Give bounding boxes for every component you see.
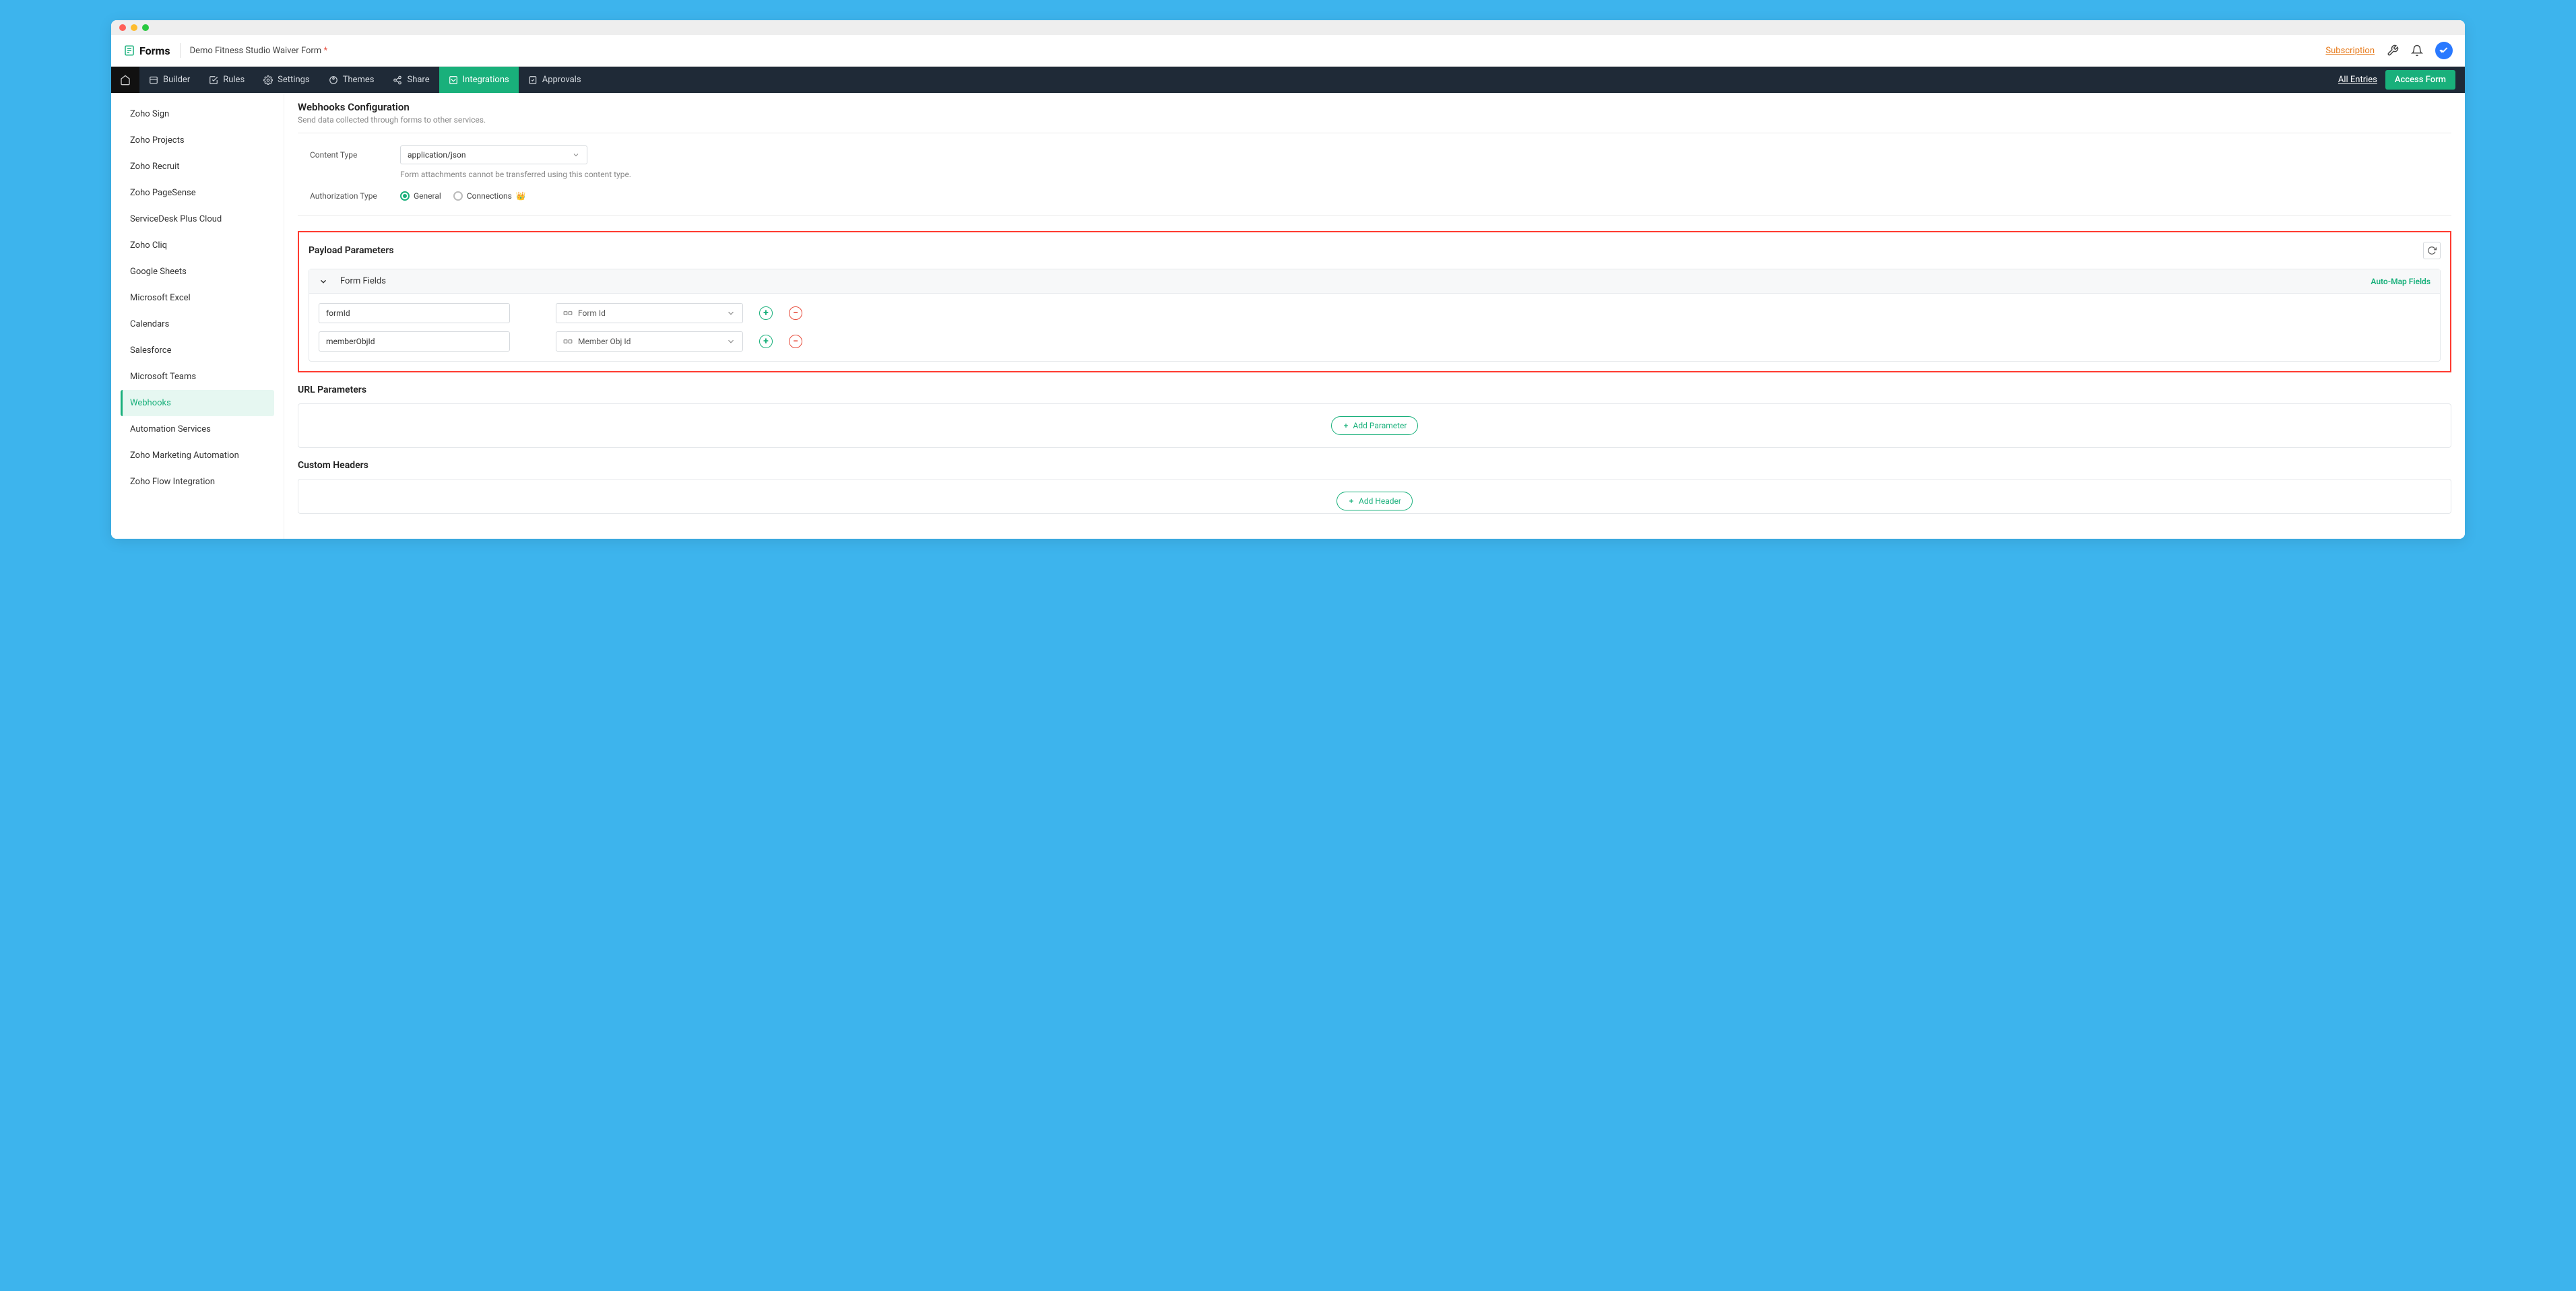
sidebar-item-zoho-projects[interactable]: Zoho Projects <box>121 127 274 154</box>
maximize-window-button[interactable] <box>142 24 149 31</box>
param-row: Form Id + − <box>319 303 2430 323</box>
integrations-icon <box>449 75 458 85</box>
sidebar-item-zoho-marketing-automation[interactable]: Zoho Marketing Automation <box>121 442 274 469</box>
form-fields-accordion: Form Fields Auto-Map Fields Form Id + − <box>309 269 2441 362</box>
user-avatar[interactable] <box>2435 42 2453 59</box>
sidebar-item-automation-services[interactable]: Automation Services <box>121 416 274 442</box>
access-form-button[interactable]: Access Form <box>2385 70 2455 90</box>
add-param-button[interactable]: + <box>759 306 773 320</box>
plus-icon <box>1348 498 1355 504</box>
sidebar-item-salesforce[interactable]: Salesforce <box>121 337 274 364</box>
url-params-title: URL Parameters <box>298 385 2451 395</box>
home-tab[interactable] <box>111 67 139 93</box>
app-logo[interactable]: Forms <box>123 44 170 57</box>
content-type-label: Content Type <box>310 150 400 160</box>
page-title: Webhooks Configuration <box>298 101 2451 113</box>
page-header: Webhooks Configuration Send data collect… <box>298 101 2451 125</box>
url-params-box: Add Parameter <box>298 403 2451 448</box>
param-field-select[interactable]: Member Obj Id <box>556 331 743 352</box>
chevron-down-icon <box>726 337 736 346</box>
app-name: Forms <box>139 44 170 57</box>
custom-headers-box: Add Header <box>298 479 2451 514</box>
content-type-row: Content Type application/json <box>298 133 2451 164</box>
content-type-hint: Form attachments cannot be transferred u… <box>400 170 2451 179</box>
plus-icon <box>1343 422 1349 429</box>
sidebar-item-calendars[interactable]: Calendars <box>121 311 274 337</box>
sidebar-item-microsoft-teams[interactable]: Microsoft Teams <box>121 364 274 390</box>
param-field-select[interactable]: Form Id <box>556 303 743 323</box>
custom-headers-title: Custom Headers <box>298 460 2451 471</box>
nav-rules[interactable]: Rules <box>199 67 254 93</box>
share-icon <box>393 75 402 85</box>
field-icon <box>563 308 573 318</box>
main-nav: Builder Rules Settings Themes Share Inte… <box>111 67 2465 93</box>
crown-icon: 👑 <box>516 191 526 201</box>
all-entries-link[interactable]: All Entries <box>2338 75 2377 85</box>
sidebar-item-zoho-sign[interactable]: Zoho Sign <box>121 101 274 127</box>
payload-title: Payload Parameters <box>309 245 394 256</box>
accordion-header[interactable]: Form Fields Auto-Map Fields <box>309 269 2440 294</box>
nav-approvals[interactable]: Approvals <box>519 67 591 93</box>
content-type-select[interactable]: application/json <box>400 145 587 164</box>
refresh-button[interactable] <box>2423 242 2441 259</box>
remove-param-button[interactable]: − <box>789 306 802 320</box>
chevron-down-icon <box>572 151 580 159</box>
builder-icon <box>149 75 158 85</box>
gear-icon <box>263 75 273 85</box>
minimize-window-button[interactable] <box>131 24 137 31</box>
window-titlebar <box>111 20 2465 35</box>
remove-param-button[interactable]: − <box>789 335 802 348</box>
approvals-icon <box>528 75 538 85</box>
sidebar-item-zoho-flow-integration[interactable]: Zoho Flow Integration <box>121 469 274 495</box>
rules-icon <box>209 75 218 85</box>
field-icon <box>563 337 573 346</box>
bell-icon[interactable] <box>2411 44 2423 57</box>
accordion-label: Form Fields <box>340 276 386 286</box>
add-parameter-button[interactable]: Add Parameter <box>1331 416 1419 435</box>
nav-integrations[interactable]: Integrations <box>439 67 519 93</box>
add-param-button[interactable]: + <box>759 335 773 348</box>
subscription-link[interactable]: Subscription <box>2325 46 2375 56</box>
chevron-down-icon <box>319 277 328 286</box>
sidebar-item-zoho-pagesense[interactable]: Zoho PageSense <box>121 180 274 206</box>
auto-map-link[interactable]: Auto-Map Fields <box>2371 277 2430 286</box>
radio-checked-icon <box>400 191 410 201</box>
payload-parameters-section: Payload Parameters Form Fields Auto-Map … <box>298 231 2451 372</box>
unsaved-indicator: * <box>323 46 327 56</box>
integrations-sidebar: Zoho SignZoho ProjectsZoho RecruitZoho P… <box>111 93 284 539</box>
param-key-input[interactable] <box>319 303 510 323</box>
main-content: Webhooks Configuration Send data collect… <box>284 93 2465 539</box>
sidebar-item-zoho-recruit[interactable]: Zoho Recruit <box>121 154 274 180</box>
auth-type-row: Authorization Type General Connections 👑 <box>298 179 2451 201</box>
nav-builder[interactable]: Builder <box>139 67 199 93</box>
auth-general-radio[interactable]: General <box>400 191 441 201</box>
sidebar-item-google-sheets[interactable]: Google Sheets <box>121 259 274 285</box>
chevron-down-icon <box>726 308 736 318</box>
divider <box>180 43 181 58</box>
sidebar-item-webhooks[interactable]: Webhooks <box>121 390 274 416</box>
auth-type-label: Authorization Type <box>310 191 400 201</box>
sidebar-item-microsoft-excel[interactable]: Microsoft Excel <box>121 285 274 311</box>
forms-icon <box>123 44 135 57</box>
radio-unchecked-icon <box>453 191 463 201</box>
param-row: Member Obj Id + − <box>319 331 2430 352</box>
tools-icon[interactable] <box>2387 44 2399 57</box>
refresh-icon <box>2427 246 2437 255</box>
themes-icon <box>329 75 338 85</box>
auth-connections-radio[interactable]: Connections 👑 <box>453 191 526 201</box>
form-title[interactable]: Demo Fitness Studio Waiver Form * <box>190 46 327 56</box>
sidebar-item-zoho-cliq[interactable]: Zoho Cliq <box>121 232 274 259</box>
nav-share[interactable]: Share <box>383 67 439 93</box>
custom-headers-section: Custom Headers Add Header <box>298 460 2451 514</box>
sidebar-item-servicedesk-plus-cloud[interactable]: ServiceDesk Plus Cloud <box>121 206 274 232</box>
close-window-button[interactable] <box>119 24 126 31</box>
page-subtitle: Send data collected through forms to oth… <box>298 115 2451 125</box>
top-bar: Forms Demo Fitness Studio Waiver Form * … <box>111 35 2465 67</box>
param-key-input[interactable] <box>319 331 510 352</box>
nav-settings[interactable]: Settings <box>254 67 319 93</box>
add-header-button[interactable]: Add Header <box>1337 492 1413 510</box>
url-params-section: URL Parameters Add Parameter <box>298 385 2451 448</box>
nav-themes[interactable]: Themes <box>319 67 384 93</box>
